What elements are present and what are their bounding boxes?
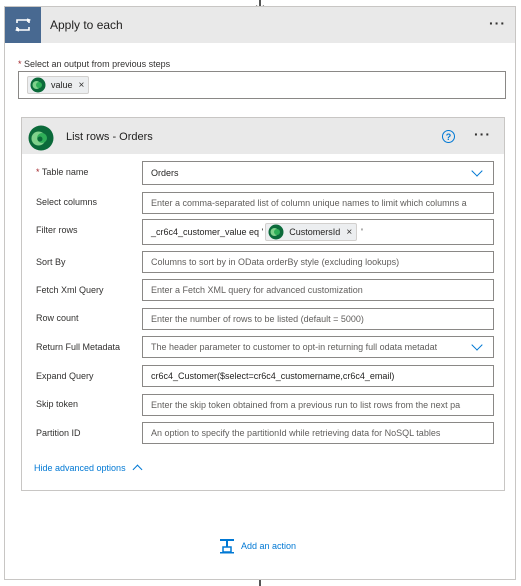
flow-connector-bottom <box>259 580 261 586</box>
dataverse-icon <box>268 224 284 240</box>
expand-query-input[interactable]: cr6c4_Customer($select=cr6c4_customernam… <box>142 365 494 387</box>
more-options-icon[interactable]: ··· <box>474 126 491 142</box>
chevron-down-icon[interactable] <box>471 339 483 351</box>
return-metadata-select[interactable]: The header parameter to customer to opt-… <box>142 336 494 358</box>
row-count-label: Row count <box>36 313 79 323</box>
expand-query-label: Expand Query <box>36 371 94 381</box>
dataverse-icon <box>28 125 54 151</box>
filter-rows-input[interactable]: _cr6c4_customer_value eq ' CustomersId ×… <box>142 219 494 245</box>
partition-id-label: Partition ID <box>36 428 81 438</box>
select-output-input[interactable]: value × <box>18 71 506 99</box>
remove-token-icon[interactable]: × <box>346 227 352 238</box>
fetch-xml-input[interactable]: Enter a Fetch XML query for advanced cus… <box>142 279 494 301</box>
filter-rows-label: Filter rows <box>36 225 78 235</box>
chevron-up-icon <box>132 464 143 475</box>
skip-token-input[interactable]: Enter the skip token obtained from a pre… <box>142 394 494 416</box>
sort-by-input[interactable]: Columns to sort by in OData orderBy styl… <box>142 251 494 273</box>
list-rows-title: List rows - Orders <box>66 131 153 143</box>
more-options-icon[interactable]: ··· <box>489 15 506 31</box>
select-output-label: * Select an output from previous steps <box>18 59 171 69</box>
fetch-xml-label: Fetch Xml Query <box>36 285 104 295</box>
value-token[interactable]: value × <box>27 76 90 94</box>
sort-by-label: Sort By <box>36 257 66 267</box>
apply-to-each-header[interactable]: Apply to each ··· <box>5 7 515 43</box>
add-action-icon <box>220 539 234 554</box>
list-rows-header[interactable]: List rows - Orders ? ··· <box>22 118 504 154</box>
apply-to-each-card: Apply to each ··· * Select an output fro… <box>4 6 516 580</box>
list-rows-card: List rows - Orders ? ··· * Table name Or… <box>21 117 505 491</box>
hide-advanced-options-link[interactable]: Hide advanced options <box>34 462 143 475</box>
select-columns-input[interactable]: Enter a comma-separated list of column u… <box>142 192 494 214</box>
row-count-input[interactable]: Enter the number of rows to be listed (d… <box>142 308 494 330</box>
return-metadata-label: Return Full Metadata <box>36 342 121 352</box>
add-action-button[interactable]: Add an action <box>219 538 296 554</box>
skip-token-label: Skip token <box>36 399 79 409</box>
help-icon[interactable]: ? <box>442 130 455 143</box>
remove-token-icon[interactable]: × <box>79 80 85 91</box>
apply-to-each-title: Apply to each <box>50 18 123 32</box>
partition-id-input[interactable]: An option to specify the partitionId whi… <box>142 422 494 444</box>
table-name-select[interactable]: Orders <box>142 161 494 185</box>
customersid-token[interactable]: CustomersId × <box>265 223 358 241</box>
select-columns-label: Select columns <box>36 197 98 207</box>
loop-icon <box>5 7 41 43</box>
table-name-label: * Table name <box>36 167 89 177</box>
chevron-down-icon[interactable] <box>471 165 483 177</box>
dataverse-icon <box>30 77 46 93</box>
